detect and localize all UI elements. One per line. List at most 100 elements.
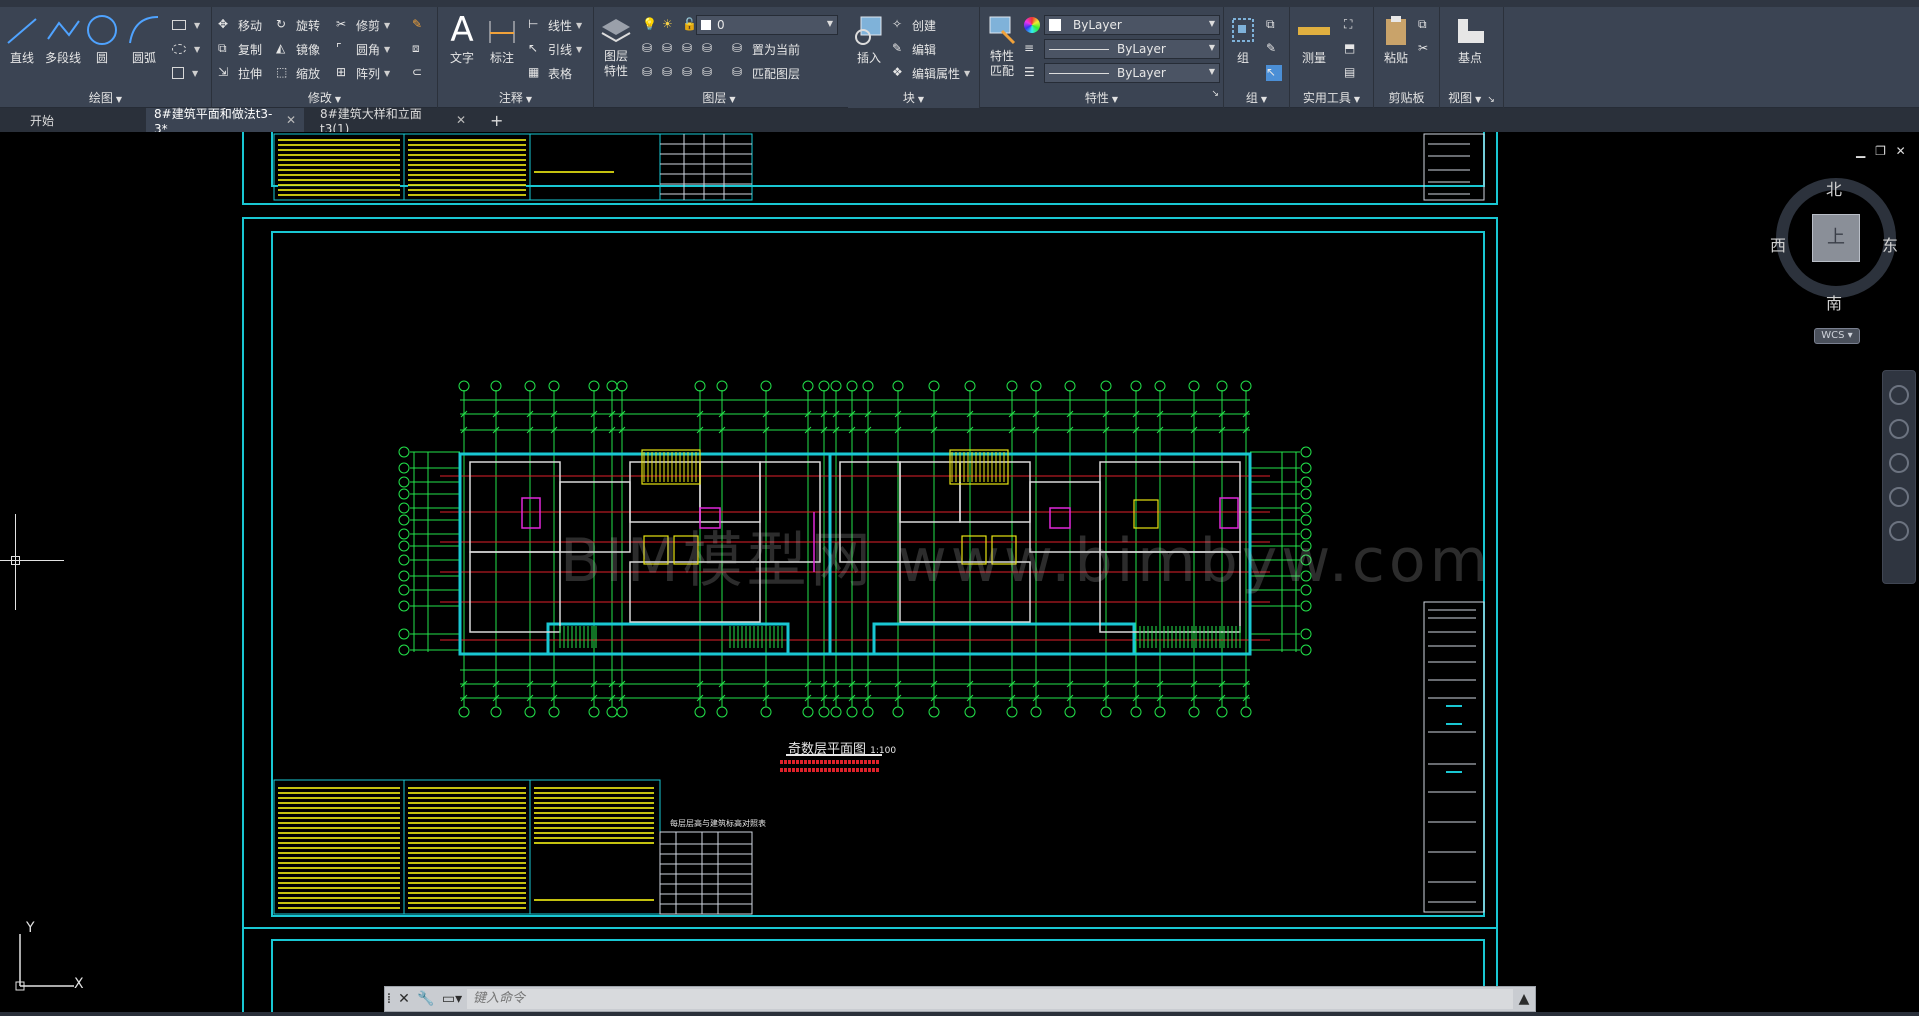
- linear-dim-tool[interactable]: ⊢ 线性 ▼: [528, 15, 582, 35]
- close-icon[interactable]: ✕: [286, 113, 296, 127]
- color-wheel-icon: [1024, 17, 1040, 33]
- viewcube-top-face[interactable]: 上: [1812, 214, 1860, 262]
- match-properties-tool[interactable]: 特性 匹配: [984, 13, 1020, 79]
- leader-tool[interactable]: ↖ 引线 ▼: [528, 39, 582, 59]
- drawing-canvas[interactable]: 奇数层平面图 1:100 每层层高与建筑标高对照表 BIM模型网 www.bim…: [0, 132, 1919, 1016]
- close-icon[interactable]: ✕: [393, 987, 415, 1011]
- paste-tool[interactable]: 粘贴: [1378, 13, 1414, 66]
- measure-tool[interactable]: 测量: [1296, 13, 1332, 66]
- linetype-dropdown[interactable]: ByLayer ▼: [1044, 39, 1220, 59]
- restore-icon[interactable]: ❐: [1875, 144, 1886, 158]
- modify-panel: ✥ 移动 ↻ 旋转 ✂ 修剪 ▼ ✎ ⧉ 复制 ◭ 镜像 ⌜ 圆角 ▼ ⧈ ⇲ 拉伸 ⬚ 缩放 ⊞ 阵…: [212, 7, 438, 108]
- cursor-pickbox: [11, 556, 20, 565]
- clipboard-panel-title[interactable]: 剪贴板: [1374, 89, 1439, 105]
- stretch-tool[interactable]: ⇲ 拉伸: [218, 63, 262, 83]
- compass-south[interactable]: 南: [1826, 290, 1842, 314]
- mirror-tool[interactable]: ◭ 镜像: [276, 39, 320, 59]
- rectangle-tool[interactable]: ▼: [172, 15, 200, 35]
- minimize-icon[interactable]: ▁: [1856, 144, 1865, 158]
- lineweight-dropdown[interactable]: ByLayer ▼: [1044, 63, 1220, 83]
- utilities-panel-title[interactable]: 实用工具 ▼: [1290, 89, 1373, 105]
- layer-tools-row2[interactable]: ⛁ ⛁ ⛁ ⛁: [642, 39, 722, 59]
- layer-properties-tool[interactable]: 图层 特性: [596, 13, 636, 79]
- lineweight-button[interactable]: ☰: [1024, 63, 1044, 83]
- line-tool[interactable]: 直线: [4, 13, 40, 66]
- fillet-tool[interactable]: ⌜ 圆角 ▼: [336, 39, 390, 59]
- text-tool[interactable]: A 文字: [444, 13, 480, 66]
- view-panel-title[interactable]: 视图 ▼ ↘: [1440, 89, 1503, 105]
- ucs-y-label: Y: [26, 920, 35, 936]
- command-input[interactable]: [467, 989, 1513, 1009]
- panel-launcher-icon[interactable]: ↘: [1211, 89, 1219, 99]
- ungroup-tool[interactable]: ⧉: [1266, 15, 1286, 35]
- base-point-tool[interactable]: 基点: [1450, 13, 1490, 66]
- groups-panel-title[interactable]: 组 ▼: [1224, 89, 1289, 105]
- panel-launcher-icon[interactable]: ↘: [1487, 95, 1495, 105]
- close-icon[interactable]: ✕: [1896, 144, 1906, 158]
- color-dropdown[interactable]: ByLayer ▼: [1044, 15, 1220, 35]
- tab-start[interactable]: 开始: [22, 108, 140, 132]
- copy-clip-tool[interactable]: ⧉: [1418, 15, 1438, 35]
- set-current-layer-tool[interactable]: ⛁ 置为当前: [732, 39, 800, 59]
- quick-select-tool[interactable]: ⛶: [1344, 15, 1364, 35]
- rotate-tool[interactable]: ↻ 旋转: [276, 15, 320, 35]
- circle-tool[interactable]: 圆: [84, 13, 120, 66]
- dimension-tool[interactable]: 标注: [484, 13, 520, 66]
- zoom-icon[interactable]: [1889, 453, 1909, 473]
- compass-north[interactable]: 北: [1826, 176, 1842, 200]
- copy-tool[interactable]: ⧉ 复制: [218, 39, 262, 59]
- wcs-menu[interactable]: WCS ▾: [1814, 328, 1860, 344]
- edit-block-tool[interactable]: ✎ 编辑: [892, 39, 936, 59]
- move-tool[interactable]: ✥ 移动: [218, 15, 262, 35]
- edit-attributes-tool[interactable]: ❖ 编辑属性 ▼: [892, 63, 970, 83]
- select-all-tool[interactable]: ⬒: [1344, 39, 1364, 59]
- grip-handle-icon[interactable]: ⁞: [385, 987, 393, 1011]
- new-tab-button[interactable]: +: [482, 108, 508, 132]
- orbit-icon[interactable]: [1889, 487, 1909, 507]
- modify-panel-title[interactable]: 修改 ▼: [212, 89, 437, 105]
- showmotion-icon[interactable]: [1889, 521, 1909, 541]
- create-block-tool[interactable]: ✧ 创建: [892, 15, 936, 35]
- erase-tool[interactable]: ✎: [412, 15, 432, 35]
- polyline-tool[interactable]: 多段线: [42, 13, 84, 66]
- trim-tool[interactable]: ✂ 修剪 ▼: [336, 15, 390, 35]
- compass-east[interactable]: 东: [1882, 232, 1898, 256]
- notes-text-block: [278, 136, 400, 196]
- linetype-button[interactable]: ≡: [1024, 39, 1044, 59]
- color-wheel-button[interactable]: [1024, 15, 1044, 35]
- steering-wheel-icon[interactable]: [1889, 385, 1909, 405]
- layers-panel-title[interactable]: 图层 ▼: [594, 89, 844, 105]
- tab-plan-drawing[interactable]: 8#建筑平面和做法t3-3* ✕: [146, 107, 304, 136]
- group-edit-tool[interactable]: ✎: [1266, 39, 1286, 59]
- offset-tool[interactable]: ⊂: [412, 63, 432, 83]
- properties-panel-title[interactable]: 特性 ▼ ↘: [980, 89, 1223, 105]
- layer-tools-row3[interactable]: ⛁ ⛁ ⛁ ⛁: [642, 63, 722, 83]
- arc-tool[interactable]: 圆弧: [126, 13, 162, 66]
- layer-isolate-icon: ⛁: [642, 41, 653, 55]
- tab-detail-drawing[interactable]: 8#建筑大样和立面t3(1) ✕: [312, 107, 474, 136]
- region-tool[interactable]: ▼: [172, 63, 198, 83]
- annotation-panel-title[interactable]: 注释 ▼: [438, 89, 593, 105]
- customize-wrench-icon[interactable]: 🔧: [415, 987, 437, 1011]
- close-icon[interactable]: ✕: [456, 113, 466, 127]
- group-select-tool[interactable]: ↖: [1266, 63, 1286, 83]
- pan-icon[interactable]: [1889, 419, 1909, 439]
- explode-tool[interactable]: ⧈: [412, 39, 432, 59]
- layer-state-icons[interactable]: 💡 ☀ 🔓: [642, 15, 702, 35]
- insert-block-tool[interactable]: 插入: [850, 13, 888, 66]
- hatch-tool[interactable]: ▼: [172, 39, 200, 59]
- array-tool[interactable]: ⊞ 阵列 ▼: [336, 63, 390, 83]
- recent-commands-icon[interactable]: ▭▾: [437, 987, 467, 1011]
- table-tool[interactable]: ▦ 表格: [528, 63, 572, 83]
- block-panel-title[interactable]: 块 ▼: [848, 89, 979, 105]
- group-tool[interactable]: 组: [1228, 13, 1258, 66]
- command-history-icon[interactable]: ▲: [1513, 987, 1535, 1011]
- cut-clip-tool[interactable]: ✂: [1418, 39, 1438, 59]
- draw-panel-title[interactable]: 绘图 ▼: [0, 89, 211, 105]
- compass-west[interactable]: 西: [1770, 232, 1786, 256]
- scale-tool[interactable]: ⬚ 缩放: [276, 63, 320, 83]
- scale-icon: ⬚: [276, 65, 288, 79]
- calculator-tool[interactable]: ▤: [1344, 63, 1364, 83]
- match-layer-tool[interactable]: ⛁ 匹配图层: [732, 63, 800, 83]
- current-layer-dropdown[interactable]: 0 ▼: [696, 15, 838, 35]
